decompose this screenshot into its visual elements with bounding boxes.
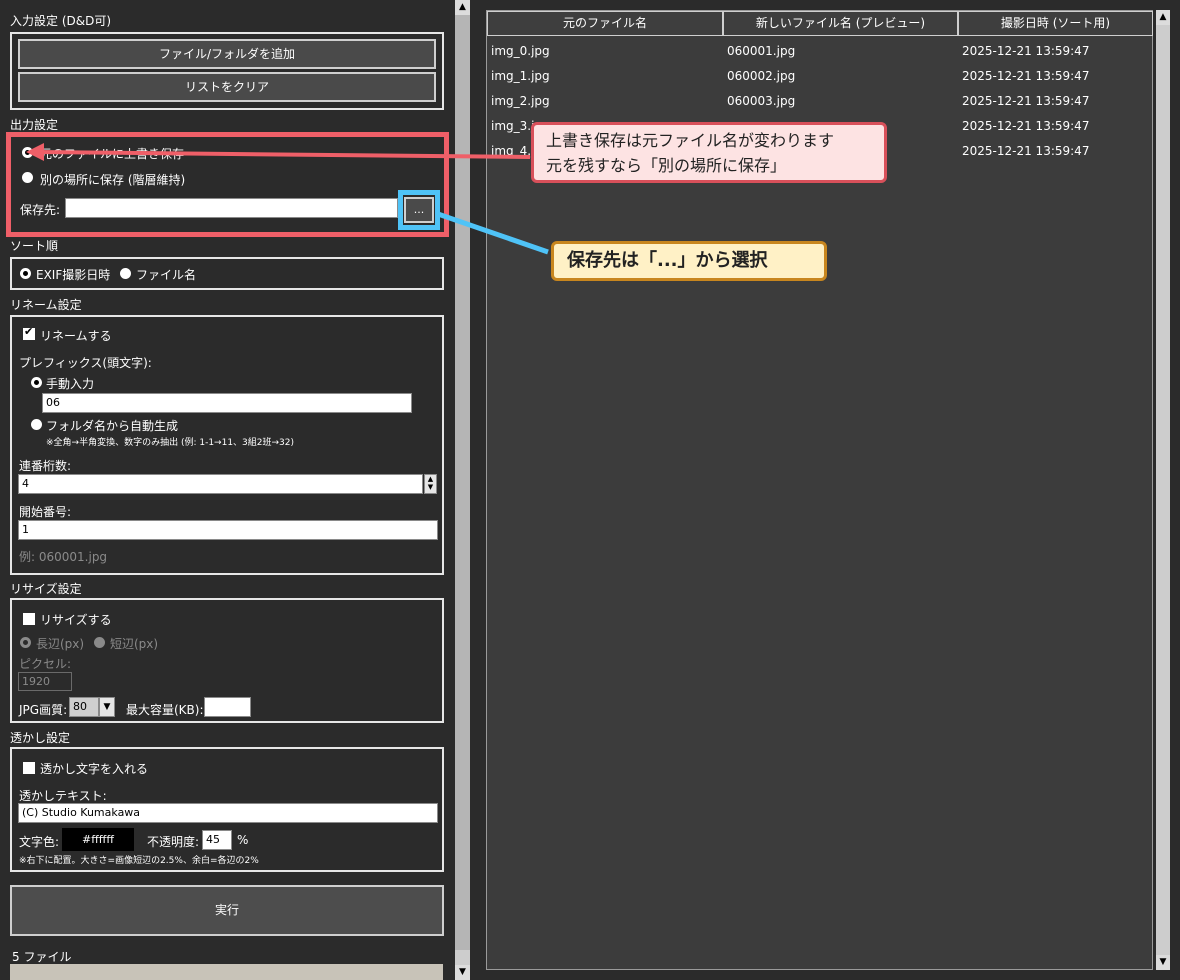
browse-callout: 保存先は「...」から選択 [551,241,827,281]
overwrite-callout: 上書き保存は元ファイル名が変わります 元を残すなら「別の場所に保存」 [531,122,887,183]
red-arrow-line [35,150,531,159]
red-arrow-head [26,143,44,161]
blue-arrow-line [437,211,549,255]
overwrite-callout-line2: 元を残すなら「別の場所に保存」 [546,156,787,175]
overwrite-callout-line1: 上書き保存は元ファイル名が変わります [546,131,835,150]
